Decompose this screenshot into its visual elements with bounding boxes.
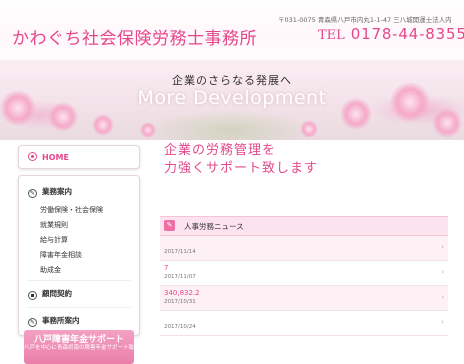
hero-banner: 企業のさらなる発展へ More Development bbox=[0, 60, 464, 140]
sidebar: HOME ✎ 業務案内 労働保険・社会保険 就業規則 給与計算 障害年金相談 助成… bbox=[18, 145, 140, 336]
sidebar-item-office-info[interactable]: ✎ 事務所案内 bbox=[19, 311, 139, 331]
hero-english-title: More Development bbox=[137, 87, 327, 109]
disability-pension-banner[interactable]: 八戸障害年金サポート 八戸を中心に青森県南の障害年金サポート致します bbox=[24, 330, 151, 364]
divider bbox=[27, 280, 131, 281]
news-title: 人事労務ニュース bbox=[184, 222, 244, 231]
pencil-icon: ✎ bbox=[28, 189, 37, 198]
doc-icon: ▪ bbox=[28, 291, 37, 300]
news-item-text: 340,832.2 bbox=[164, 289, 200, 297]
chevron-right-icon: › bbox=[441, 318, 444, 326]
news-item-date: 2017/10/31 bbox=[164, 299, 196, 305]
main-heading-line: 力強くサポート致します bbox=[164, 161, 319, 176]
cosmos-flower-image bbox=[300, 120, 318, 138]
sidebar-subitem-work-rules[interactable]: 就業規則 bbox=[19, 217, 139, 232]
sidebar-subitem-insurance[interactable]: 労働保険・社会保険 bbox=[19, 202, 139, 217]
sidebar-item-advisory-contract[interactable]: ▪ 顧問契約 bbox=[19, 284, 139, 304]
home-box: HOME bbox=[18, 145, 140, 169]
main-heading-line: 企業の労務管理を bbox=[164, 143, 277, 158]
news-item-date: 2017/10/24 bbox=[164, 324, 196, 330]
main-heading: 企業の労務管理を 力強くサポート致します bbox=[164, 142, 318, 178]
banner-title: 八戸障害年金サポート bbox=[33, 335, 124, 345]
sidebar-subitem-payroll[interactable]: 給与計算 bbox=[19, 232, 139, 247]
sidebar-item-label: 業務案内 bbox=[42, 187, 72, 196]
chevron-right-icon: › bbox=[441, 268, 444, 276]
divider bbox=[27, 307, 131, 308]
sidebar-item-services[interactable]: ✎ 業務案内 bbox=[19, 182, 139, 202]
news-item[interactable]: 2017/10/24 › bbox=[160, 311, 448, 336]
news-header: ✎ 人事労務ニュース bbox=[160, 216, 448, 236]
cosmos-flower-image bbox=[140, 122, 156, 138]
news-item-date: 2017/11/07 bbox=[164, 274, 196, 280]
news-item[interactable]: 340,832.2 2017/10/31 › bbox=[160, 286, 448, 311]
tel-number[interactable]: 0178-44-8355 bbox=[351, 25, 464, 43]
sidebar-subitem-subsidy[interactable]: 助成金 bbox=[19, 262, 139, 277]
pencil-icon: ✎ bbox=[28, 318, 37, 327]
hero-tagline: 企業のさらなる発展へ bbox=[172, 74, 292, 87]
news-item-text: 7 bbox=[164, 264, 169, 272]
home-label: HOME bbox=[42, 153, 69, 162]
cosmos-flower-image bbox=[92, 114, 114, 136]
cosmos-flower-image bbox=[432, 108, 462, 138]
site-header: かわぐち社会保険労務士事務所 〒031-0075 青森県八戸市内丸1-1-47 … bbox=[0, 0, 464, 60]
news-section: ✎ 人事労務ニュース 2017/11/14 › 7 2017/11/07 › 3… bbox=[160, 216, 448, 336]
news-item-date: 2017/11/14 bbox=[164, 249, 196, 255]
sidebar-item-label: 顧問契約 bbox=[42, 289, 72, 298]
news-icon: ✎ bbox=[164, 220, 175, 231]
sidebar-subitem-disability-pension[interactable]: 障害年金相談 bbox=[19, 247, 139, 262]
tel-label: TEL bbox=[318, 28, 345, 43]
sidebar-item-label: 事務所案内 bbox=[42, 316, 80, 325]
news-list: 2017/11/14 › 7 2017/11/07 › 340,832.2 20… bbox=[160, 236, 448, 336]
circle-dot-icon bbox=[28, 152, 37, 161]
news-item[interactable]: 7 2017/11/07 › bbox=[160, 261, 448, 286]
sidebar-nav: ✎ 業務案内 労働保険・社会保険 就業規則 給与計算 障害年金相談 助成金 ▪ 顧問… bbox=[18, 175, 140, 336]
banner-subtitle: 八戸を中心に青森県南の障害年金サポート致します bbox=[24, 345, 151, 351]
chevron-right-icon: › bbox=[441, 293, 444, 301]
site-title[interactable]: かわぐち社会保険労務士事務所 bbox=[12, 24, 257, 49]
office-address: 〒031-0075 青森県八戸市内丸1-1-47 三八城開運士法人内 bbox=[278, 16, 452, 24]
home-link[interactable]: HOME bbox=[19, 146, 139, 162]
phone-contact[interactable]: TEL 0178-44-8355 bbox=[318, 24, 464, 43]
chevron-right-icon: › bbox=[441, 243, 444, 251]
news-item[interactable]: 2017/11/14 › bbox=[160, 236, 448, 261]
